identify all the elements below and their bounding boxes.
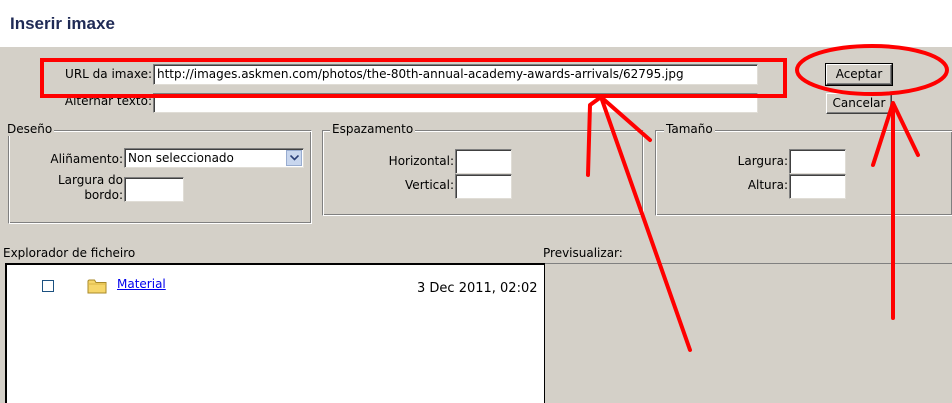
alignment-select-value: Non seleccionado (128, 151, 234, 165)
list-item[interactable]: Material 3 Dec 2011, 02:02 (7, 265, 544, 297)
size-legend: Tamaño (664, 122, 715, 136)
dialog-body: URL da imaxe: http://images.askmen.com/p… (0, 47, 952, 403)
horizontal-spacing-input[interactable] (455, 149, 512, 174)
border-width-input[interactable] (124, 177, 184, 202)
item-checkbox[interactable] (42, 280, 54, 292)
height-label: Altura: (747, 178, 788, 192)
design-legend: Deseño (5, 122, 55, 136)
folder-link-material[interactable]: Material (117, 277, 166, 291)
alignment-label: Aliñamento: (50, 152, 123, 166)
url-label: URL da imaxe: (65, 67, 152, 81)
width-input[interactable] (789, 149, 846, 174)
alt-text-input[interactable] (153, 93, 758, 113)
preview-panel (545, 263, 952, 403)
alignment-select[interactable]: Non seleccionado (124, 148, 304, 168)
width-label: Largura: (737, 154, 788, 168)
border-width-label: Largura do bordo: (57, 173, 123, 202)
height-input[interactable] (789, 174, 846, 199)
cancel-button[interactable]: Cancelar (826, 93, 892, 114)
vertical-spacing-label: Vertical: (405, 178, 454, 192)
dialog-title: Inserir imaxe (10, 14, 115, 33)
spacing-legend: Espazamento (330, 122, 416, 136)
folder-date: 3 Dec 2011, 02:02 (417, 281, 538, 296)
file-browser-label: Explorador de ficheiro (3, 246, 136, 260)
preview-label: Previsualizar: (543, 246, 623, 260)
horizontal-spacing-label: Horizontal: (388, 154, 454, 168)
vertical-spacing-input[interactable] (455, 174, 512, 199)
dialog-titlebar: Inserir imaxe (0, 0, 952, 47)
file-browser-panel: Material 3 Dec 2011, 02:02 (5, 263, 546, 403)
accept-button[interactable]: Aceptar (825, 63, 893, 86)
alt-text-label: Alternar texto: (64, 94, 152, 108)
url-input[interactable]: http://images.askmen.com/photos/the-80th… (153, 64, 758, 85)
chevron-down-icon[interactable] (286, 150, 302, 166)
folder-icon (87, 278, 107, 297)
